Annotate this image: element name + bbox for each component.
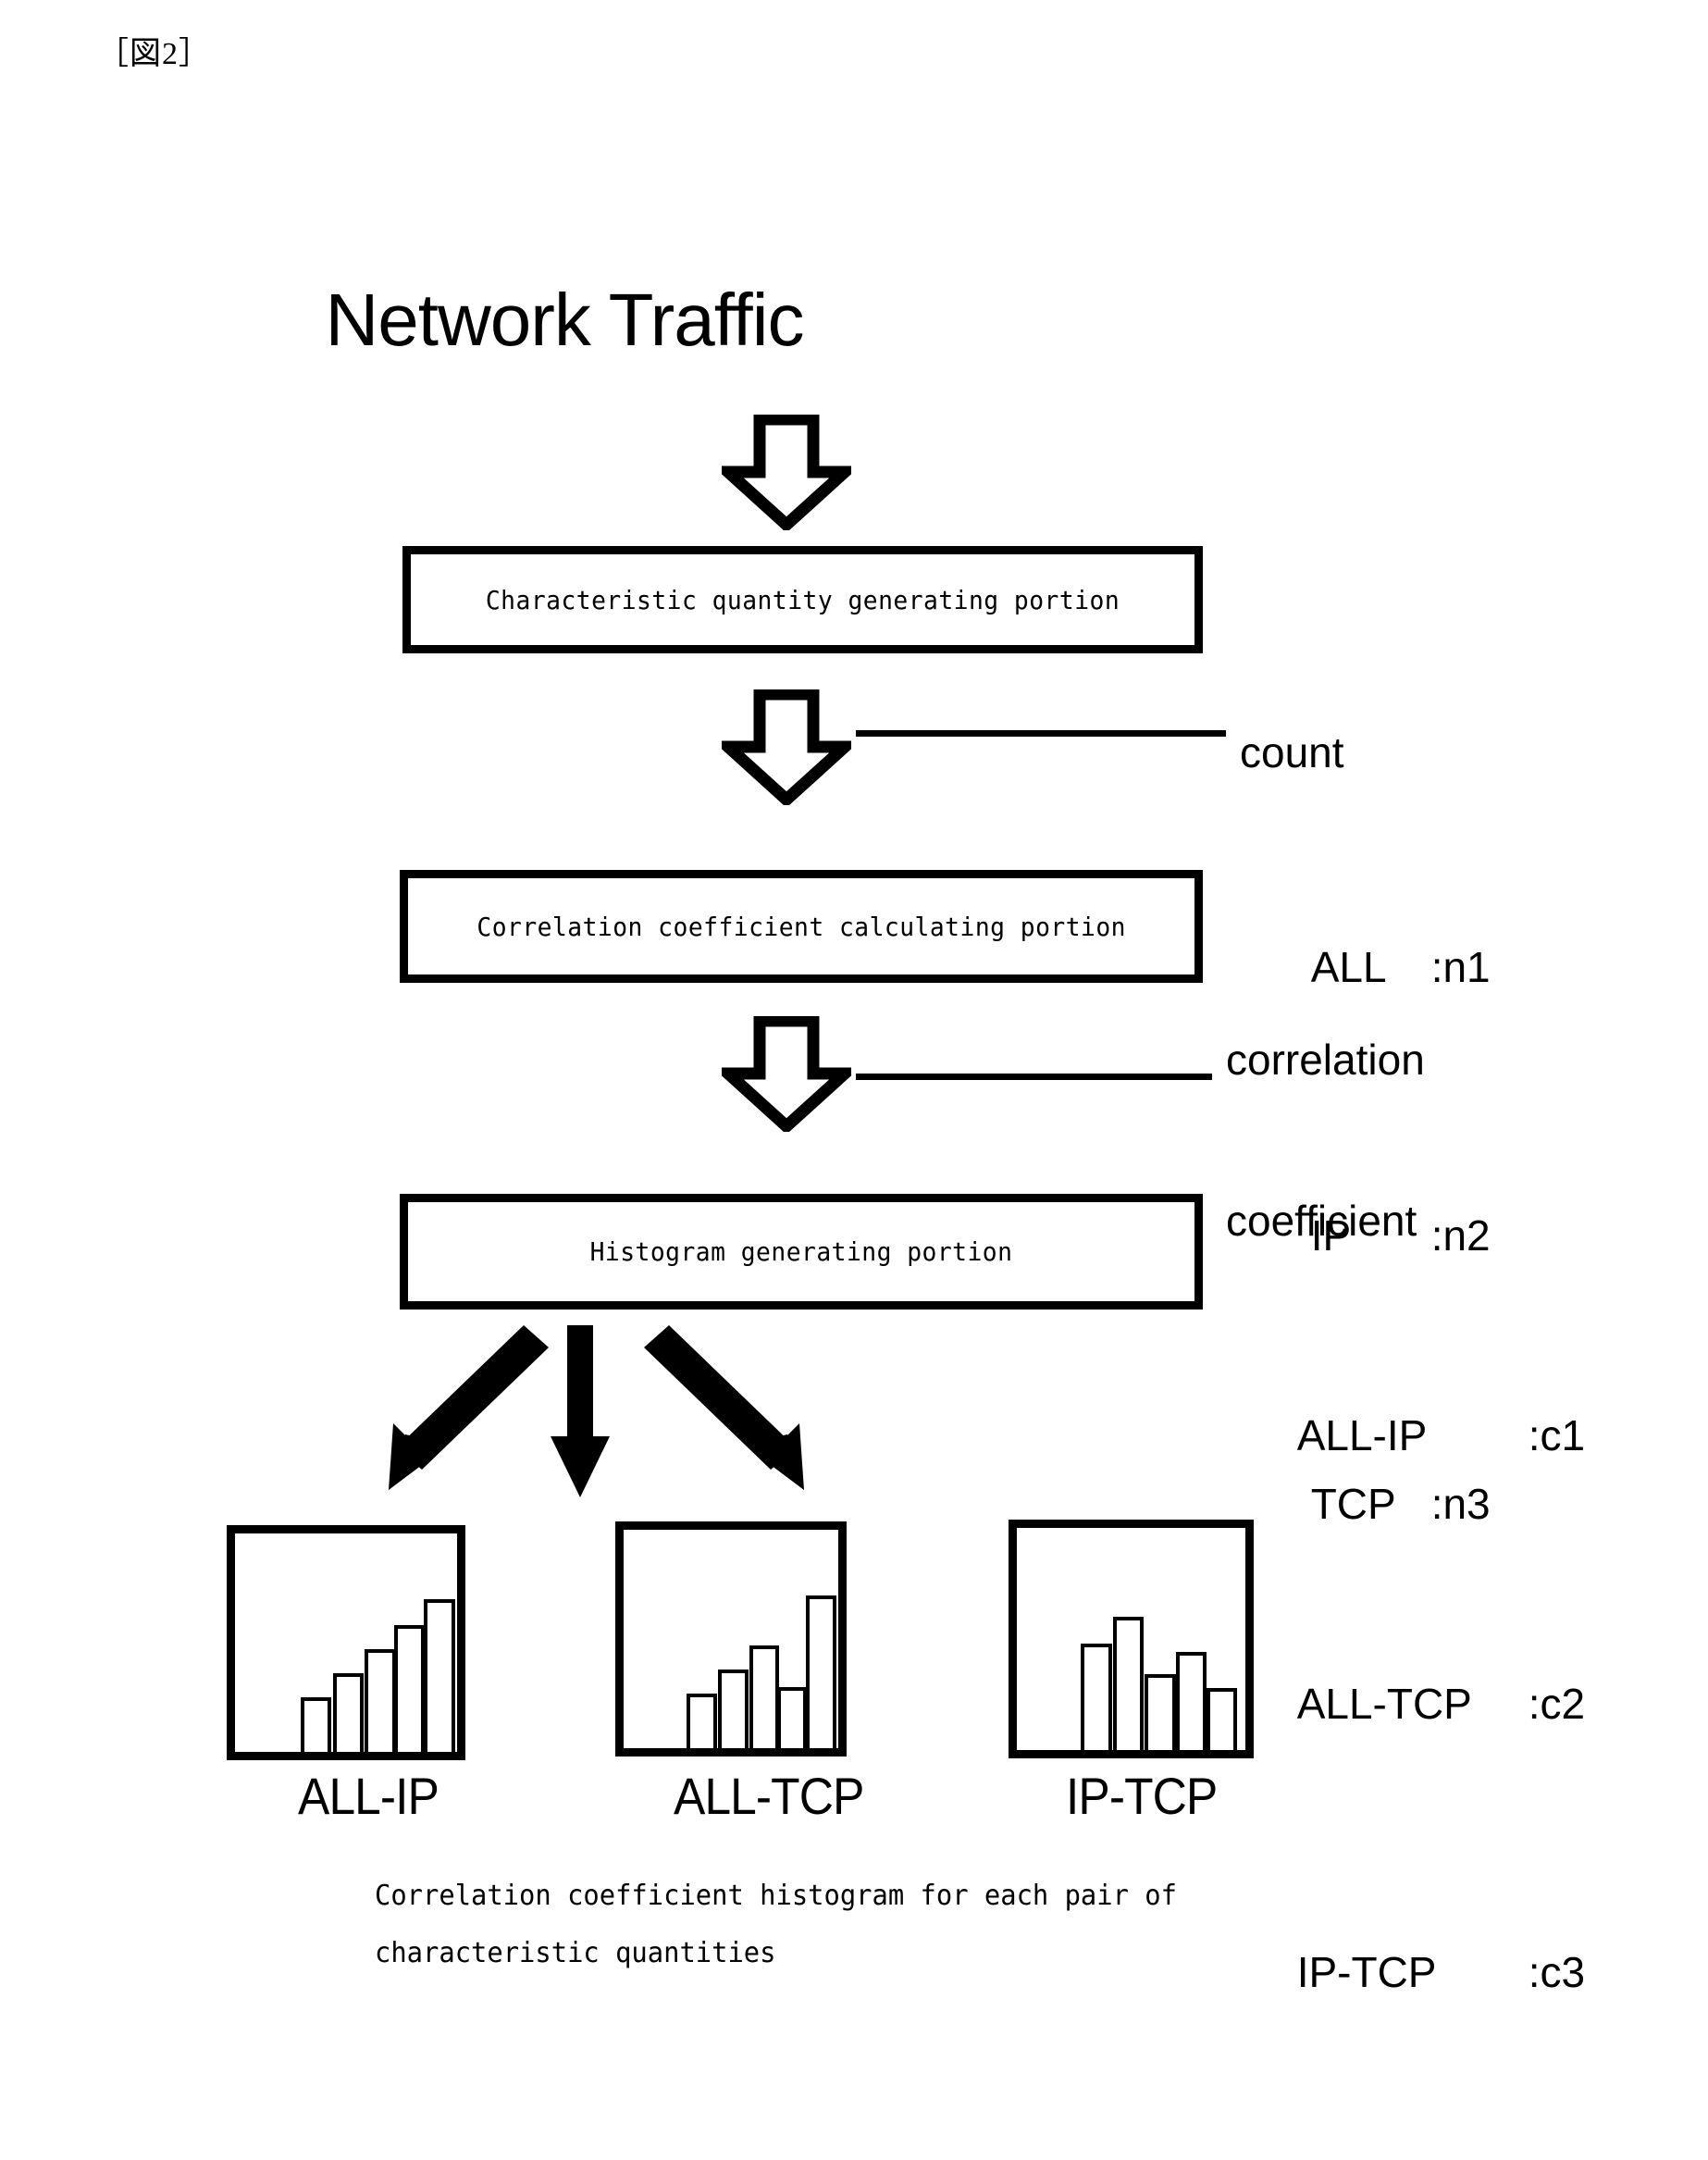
histogram-panel-all-tcp <box>615 1521 847 1757</box>
diverging-arrows-group <box>389 1305 1203 1527</box>
histogram-label-all-ip: ALL-IP <box>298 1767 439 1825</box>
histogram-label-all-tcp: ALL-TCP <box>674 1767 864 1825</box>
histogram-bar <box>1112 1617 1145 1750</box>
figure-caption: Correlation coefficient histogram for ea… <box>375 1868 1352 1982</box>
page-title: Network Traffic <box>325 279 805 361</box>
box-characteristic-quantity-generating-portion: Characteristic quantity generating porti… <box>402 546 1203 653</box>
annotation-corr-row: ALL-IP :c1 <box>1226 1355 1585 1516</box>
box-label: Correlation coefficient calculating port… <box>477 911 1126 942</box>
figure-number-tag: ［図2］ <box>97 37 211 71</box>
histogram-bar <box>332 1673 365 1752</box>
histogram-bar <box>718 1670 749 1748</box>
down-block-arrow-icon-1 <box>722 415 851 530</box>
annotation-corr-key-1: ALL-TCP <box>1296 1680 1472 1728</box>
caption-line-2: characteristic quantities <box>375 1937 776 1969</box>
annotation-corr-row: ALL-TCP :c2 <box>1226 1623 1585 1784</box>
solid-arrow-right <box>644 1325 804 1490</box>
box-label: Characteristic quantity generating porti… <box>485 584 1120 615</box>
histogram-bar <box>687 1694 717 1748</box>
histogram-plot-area-0 <box>235 1533 457 1752</box>
histogram-bar <box>776 1686 808 1748</box>
histogram-bar <box>749 1645 780 1748</box>
annotation-corr-value-2: :c3 <box>1528 1948 1586 1996</box>
histogram-bar <box>1081 1643 1112 1750</box>
histogram-bar <box>1145 1674 1176 1750</box>
box-label: Histogram generating portion <box>589 1236 1013 1267</box>
down-block-arrow-icon-2 <box>722 689 851 805</box>
down-block-arrow-icon-3 <box>722 1016 851 1132</box>
histogram-bar <box>806 1595 836 1748</box>
annotation-count-heading: count <box>1240 728 1344 776</box>
annotation-corr-value-1: :c2 <box>1528 1680 1586 1728</box>
box-correlation-coefficient-calculating-portion: Correlation coefficient calculating port… <box>400 870 1203 983</box>
solid-arrow-left <box>389 1325 549 1490</box>
figure-page: ［図2］ Network Traffic Characteristic quan… <box>0 0 1708 2026</box>
histogram-plot-area-2 <box>1017 1528 1245 1750</box>
histogram-label-ip-tcp: IP-TCP <box>1066 1767 1218 1825</box>
histogram-plot-area-1 <box>624 1530 838 1748</box>
leader-line-count <box>856 730 1226 737</box>
histogram-bar <box>393 1625 426 1752</box>
histogram-panel-all-ip <box>227 1525 465 1760</box>
annotation-corr-value-0: :c1 <box>1528 1411 1586 1459</box>
box-histogram-generating-portion: Histogram generating portion <box>400 1194 1203 1310</box>
annotation-corr-key-0: ALL-IP <box>1296 1411 1428 1459</box>
histogram-panel-ip-tcp <box>1009 1520 1254 1758</box>
histogram-bar <box>1175 1652 1207 1750</box>
annotation-corr-heading-1: correlation <box>1226 1036 1425 1084</box>
annotation-corr-heading-2: coefficient <box>1226 1197 1417 1245</box>
histogram-bar <box>1207 1687 1238 1750</box>
histogram-bar <box>300 1697 332 1752</box>
leader-line-correlation <box>856 1074 1212 1080</box>
caption-line-1: Correlation coefficient histogram for ea… <box>375 1880 1177 1912</box>
histogram-bar <box>424 1598 455 1752</box>
solid-arrow-center <box>551 1325 610 1497</box>
histogram-bar <box>365 1649 396 1752</box>
